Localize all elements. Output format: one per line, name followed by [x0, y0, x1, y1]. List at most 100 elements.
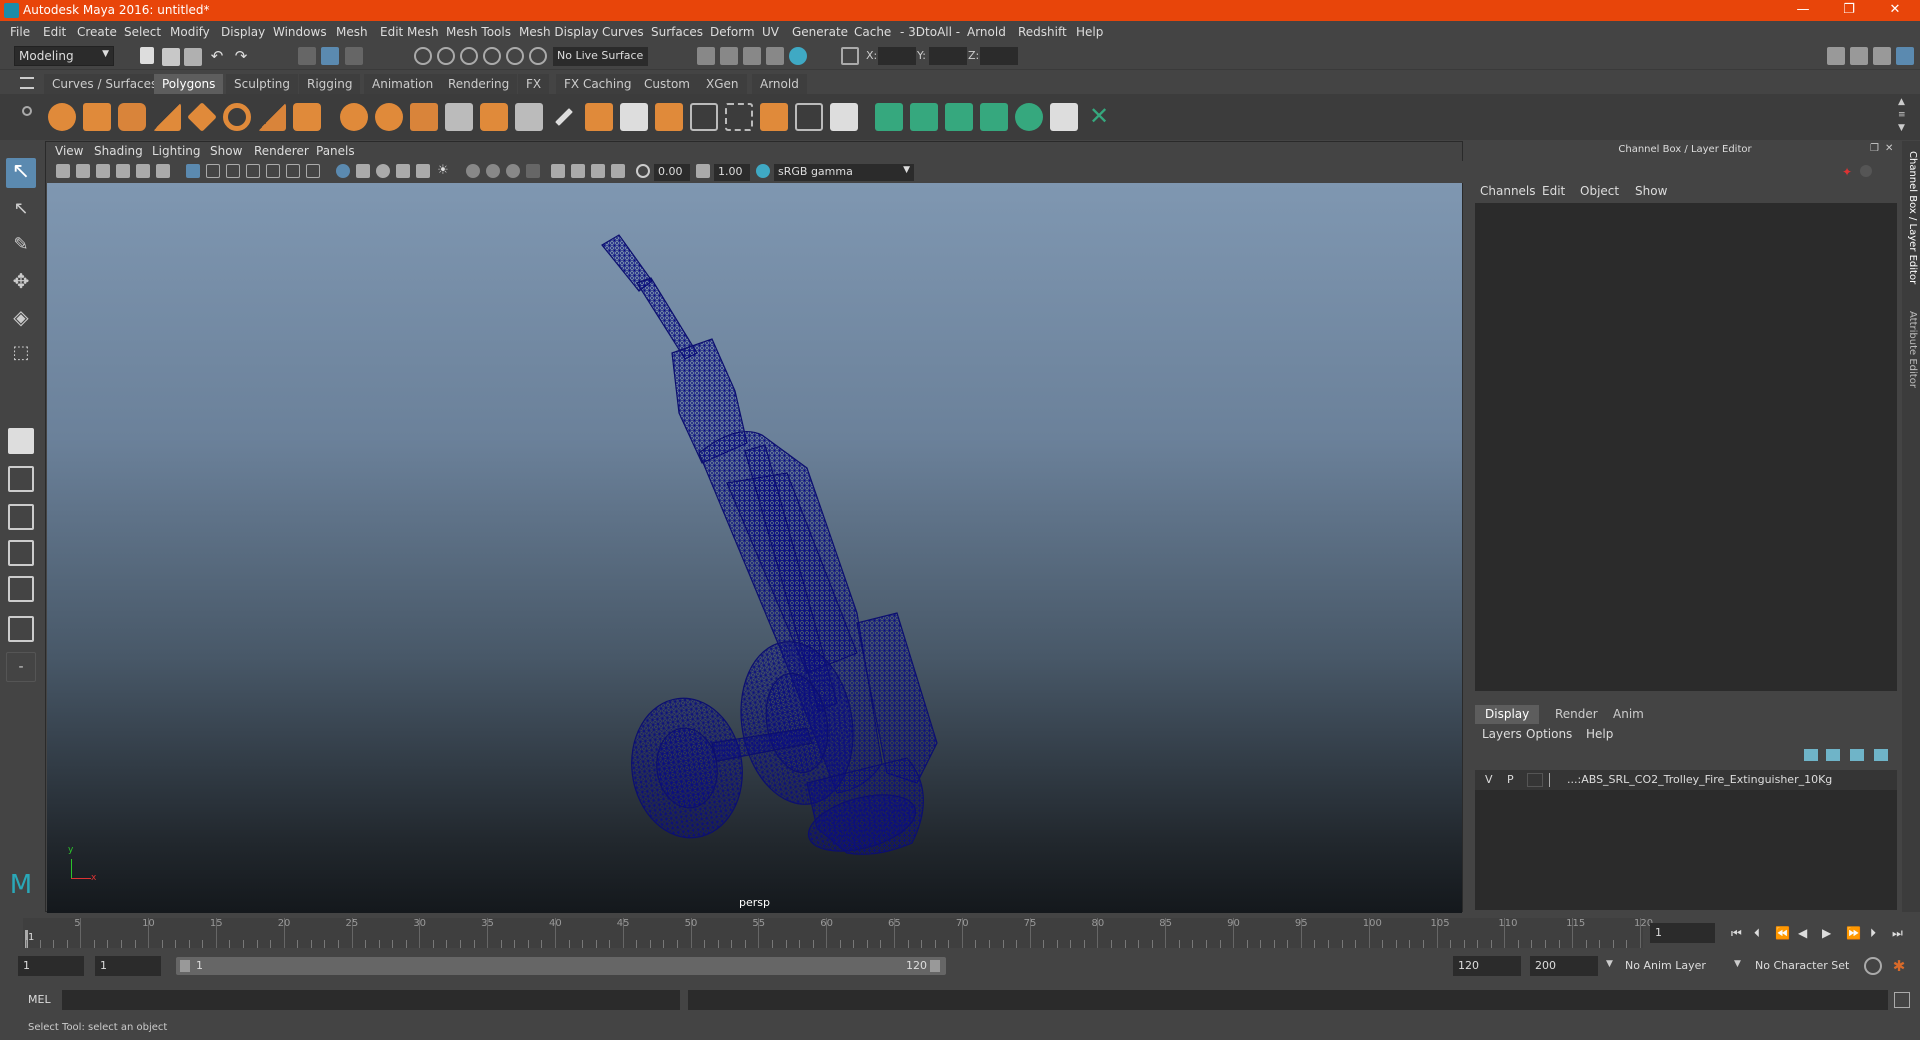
render-settings-icon[interactable] [766, 47, 784, 65]
tab-fx[interactable]: FX [518, 74, 550, 94]
menu-create[interactable]: Create [77, 25, 117, 39]
xray-joints-icon[interactable] [611, 164, 625, 178]
persp-outliner-layout-icon[interactable] [8, 504, 34, 530]
render-view-icon[interactable] [697, 47, 715, 65]
hypershade-layout-icon[interactable] [8, 616, 34, 642]
multi-cut-icon[interactable] [555, 108, 573, 126]
tab-curves-surfaces[interactable]: Curves / Surfaces [44, 74, 166, 94]
layer-playback-toggle[interactable]: P [1507, 773, 1514, 786]
camera-attributes-icon[interactable] [76, 164, 90, 178]
lights-icon[interactable] [416, 164, 430, 178]
vp-menu-lighting[interactable]: Lighting [152, 144, 201, 158]
bevel-icon[interactable] [515, 103, 543, 131]
lasso-tool-icon[interactable]: ↖ [6, 194, 36, 224]
scene-start-field[interactable]: 1 [18, 956, 84, 976]
anti-aliasing-icon[interactable] [506, 164, 520, 178]
ipr-render-icon[interactable] [743, 47, 761, 65]
single-perspective-layout-icon[interactable] [8, 428, 34, 454]
select-object-icon[interactable] [321, 47, 339, 65]
go-to-start-icon[interactable]: ⏮ [1731, 926, 1742, 941]
cylindrical-uv-icon[interactable] [910, 103, 938, 131]
y-field[interactable] [929, 47, 967, 65]
channel-box-body[interactable] [1475, 203, 1897, 691]
save-scene-icon[interactable] [184, 48, 202, 66]
menu-edit[interactable]: Edit [43, 25, 66, 39]
menu-curves[interactable]: Curves [602, 25, 644, 39]
safe-title-icon[interactable] [306, 164, 320, 178]
safe-action-icon[interactable] [286, 164, 300, 178]
playback-end-field[interactable]: 120 [1453, 956, 1521, 976]
chevron-down-icon[interactable]: ▼ [1606, 959, 1613, 969]
poly-sphere-icon[interactable] [48, 103, 76, 131]
vp-menu-show[interactable]: Show [210, 144, 242, 158]
tab-animation[interactable]: Animation [364, 74, 442, 94]
side-tab-attribute-editor[interactable]: Attribute Editor [1904, 311, 1918, 388]
attribute-editor-toggle-icon[interactable] [1850, 47, 1868, 65]
tab-arnold[interactable]: Arnold [752, 74, 807, 94]
view-transform-dropdown[interactable]: sRGB gamma ▼ [774, 164, 914, 181]
tool-settings-toggle-icon[interactable] [1873, 47, 1891, 65]
isolate-select-icon[interactable] [551, 164, 565, 178]
x-field[interactable] [878, 47, 916, 65]
menu-modify[interactable]: Modify [170, 25, 210, 39]
poly-plane-icon[interactable] [187, 102, 217, 132]
menu-display[interactable]: Display [221, 25, 265, 39]
menu-redshift[interactable]: Redshift [1018, 25, 1067, 39]
uv-editor-icon[interactable] [830, 103, 858, 131]
tab-xgen[interactable]: XGen [698, 74, 747, 94]
new-layer-selected-icon[interactable] [1874, 749, 1888, 761]
go-to-end-icon[interactable]: ⏭ [1892, 926, 1903, 941]
layer-color-swatch[interactable] [1549, 773, 1561, 787]
fire-extinguisher-wireframe[interactable] [47, 183, 1462, 913]
gate-mask-icon[interactable] [246, 164, 260, 178]
layer-row[interactable]: V P ...:ABS_SRL_CO2_Trolley_Fire_Extingu… [1475, 770, 1897, 790]
cb-menu-channels[interactable]: Channels [1480, 184, 1536, 198]
mirror-icon[interactable] [725, 103, 753, 131]
cb-menu-object[interactable]: Object [1580, 184, 1619, 198]
gamma-icon[interactable] [696, 164, 710, 178]
step-forward-key-icon[interactable]: ⏩ [1846, 926, 1861, 940]
select-hierarchy-icon[interactable] [298, 47, 316, 65]
target-weld-icon[interactable] [585, 103, 613, 131]
playback-start-field[interactable]: 1 [95, 956, 161, 976]
unfold-uv-icon[interactable] [980, 103, 1008, 131]
persp-graph-layout-icon[interactable] [8, 540, 34, 566]
depth-of-field-icon[interactable] [526, 164, 540, 178]
move-tool-icon[interactable]: ✥ [6, 266, 36, 296]
wireframe-icon[interactable] [336, 164, 350, 178]
smooth-icon[interactable] [410, 103, 438, 131]
tab-custom[interactable]: Custom [636, 74, 698, 94]
fill-hole-icon[interactable] [690, 103, 718, 131]
bookmark-icon[interactable] [96, 164, 110, 178]
tab-rigging[interactable]: Rigging [299, 74, 361, 94]
shelf-menu-icon[interactable] [20, 77, 34, 89]
cb-menu-edit[interactable]: Edit [1542, 184, 1565, 198]
snap-point-icon[interactable] [460, 47, 478, 65]
xray-icon[interactable] [571, 164, 585, 178]
new-empty-layer-icon[interactable] [1850, 749, 1864, 761]
scene-end-field[interactable]: 200 [1530, 956, 1598, 976]
menu-deform[interactable]: Deform [710, 25, 755, 39]
render-current-frame-icon[interactable] [720, 47, 738, 65]
hypershade-icon[interactable] [789, 47, 807, 65]
append-polygon-icon[interactable] [655, 103, 683, 131]
smooth-shade-icon[interactable] [356, 164, 370, 178]
mel-label[interactable]: MEL [28, 993, 51, 1006]
range-start-handle[interactable] [180, 960, 190, 972]
grease-pencil-icon[interactable] [156, 164, 170, 178]
exposure-icon[interactable] [636, 164, 650, 178]
transfer-attributes-icon[interactable]: ✕ [1085, 103, 1113, 131]
vp-menu-view[interactable]: View [55, 144, 83, 158]
menu-3dtoall[interactable]: - 3DtoAll - [900, 25, 960, 39]
le-menu-help[interactable]: Help [1586, 727, 1613, 741]
bridge-icon[interactable] [480, 103, 508, 131]
layer-display-type-toggle[interactable] [1527, 773, 1543, 787]
live-surface-field[interactable]: No Live Surface [553, 47, 648, 66]
poly-torus-icon[interactable] [223, 103, 251, 131]
shelf-menu-dropdown-icon[interactable]: ≡ [1898, 110, 1906, 120]
restore-button[interactable]: ❐ [1826, 0, 1872, 21]
perspective-viewport[interactable]: y x persp [47, 183, 1462, 913]
field-chart-icon[interactable] [266, 164, 280, 178]
insert-edge-loop-icon[interactable] [620, 103, 648, 131]
z-field[interactable] [980, 47, 1018, 65]
